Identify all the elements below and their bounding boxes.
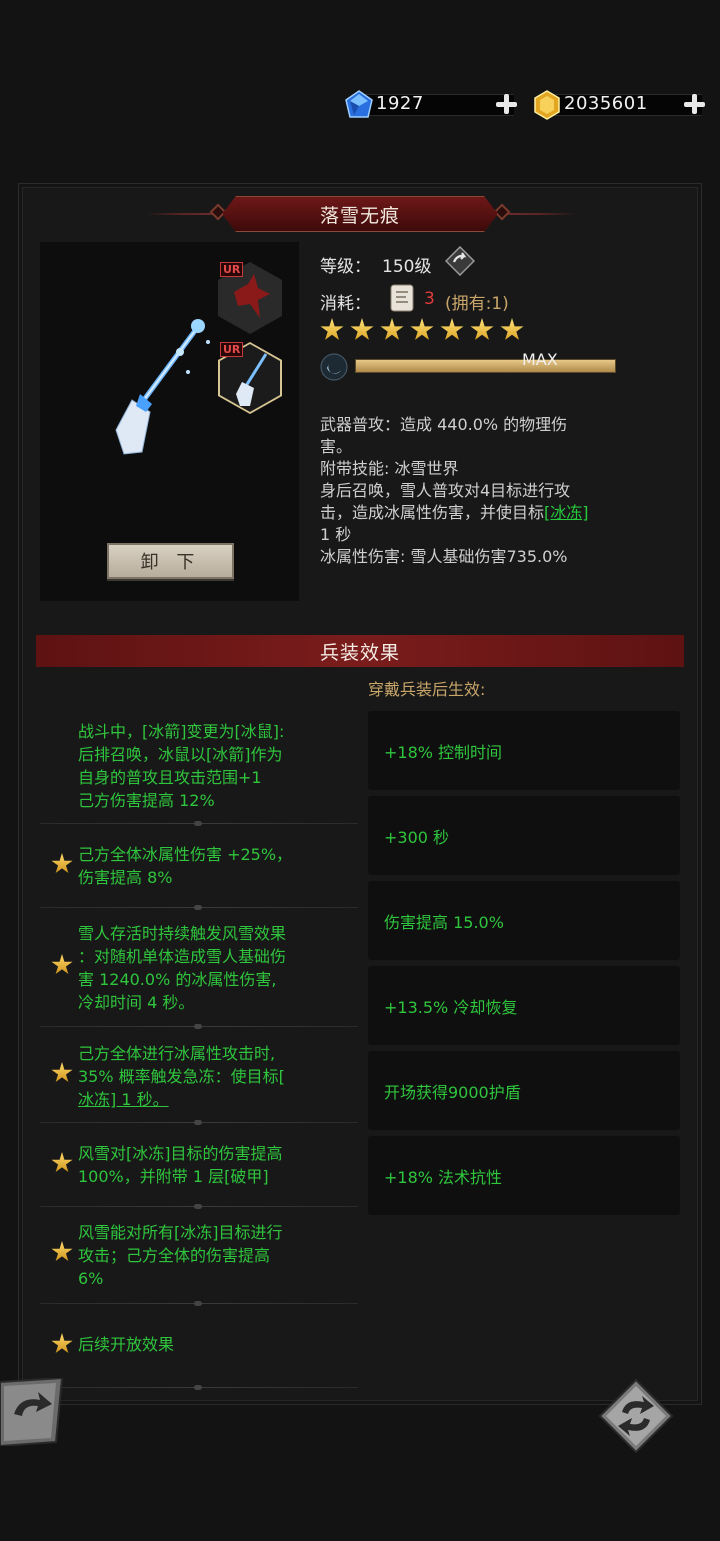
unequip-button[interactable]: 卸 下 — [107, 543, 234, 579]
weapon-name: 落雪无痕 — [319, 204, 400, 227]
gold-currency: 2035601 — [532, 90, 708, 120]
star-icon — [470, 318, 494, 340]
star-icon — [440, 318, 464, 340]
add-gold-button[interactable] — [682, 92, 706, 116]
rarity-badge-equipped: UR — [220, 342, 244, 357]
bonus-box: +18% 控制时间 — [368, 711, 680, 790]
bonus-box: +300 秒 — [368, 796, 680, 875]
rarity-badge: UR — [220, 262, 244, 277]
ice-staff-weapon-image — [115, 319, 210, 455]
add-gems-button[interactable] — [494, 92, 518, 116]
refine-progress-bar — [355, 359, 616, 373]
star-rating — [320, 318, 524, 342]
cost-owned: (拥有:1) — [445, 294, 509, 314]
cost-value: 3 — [424, 289, 435, 309]
effects-header: 兵装效果 — [36, 635, 684, 667]
effect-divider — [40, 821, 358, 826]
weapon-description: 武器普攻：造成 440.0% 的物理伤 害。 附带技能: 冰雪世界 身后召唤，雪… — [320, 414, 680, 568]
star-icon — [350, 318, 374, 340]
desc-line: 武器普攻：造成 440.0% 的物理伤 — [320, 415, 568, 434]
title-divider-right — [506, 213, 576, 215]
bonus-box: +13.5% 冷却恢复 — [368, 966, 680, 1045]
title-divider-left — [146, 213, 216, 215]
progress-max-label: MAX — [522, 350, 558, 369]
desc-line: 冰属性伤害: 雪人基础伤害735.0% — [320, 547, 568, 566]
effects-subheader: 穿戴兵装后生效: — [368, 680, 486, 699]
gold-count: 2035601 — [564, 93, 648, 114]
star-icon — [320, 318, 344, 340]
star-icon — [380, 318, 404, 340]
gold-coin-icon — [534, 90, 560, 120]
desc-line: 身后召唤，雪人普攻对4目标进行攻 — [320, 481, 571, 500]
swap-icon[interactable] — [598, 1378, 674, 1454]
star-icon — [500, 318, 524, 340]
blue-gem-icon — [345, 90, 373, 118]
bonus-box: 开场获得9000护盾 — [368, 1051, 680, 1130]
desc-line: 害。 — [320, 437, 353, 456]
effect-divider — [40, 1204, 358, 1209]
bonus-box: 伤害提高 15.0% — [368, 881, 680, 960]
effect-divider — [40, 1024, 358, 1029]
gem-count: 1927 — [376, 93, 424, 114]
moon-orb-icon — [320, 353, 348, 381]
back-arrow-icon[interactable] — [0, 1378, 64, 1446]
bonus-box: +18% 法术抗性 — [368, 1136, 680, 1215]
effect-divider — [40, 1385, 358, 1390]
desc-line: 附带技能: 冰雪世界 — [320, 459, 459, 478]
freeze-link[interactable]: [冰冻] — [544, 503, 589, 522]
weapon-title-banner: 落雪无痕 — [222, 196, 498, 232]
gem-currency: 1927 — [344, 90, 520, 118]
desc-line: 1 秒 — [320, 525, 352, 544]
effect-divider — [40, 905, 358, 910]
level-value: 150级 — [382, 257, 432, 277]
scroll-item-icon — [390, 284, 414, 312]
star-icon — [410, 318, 434, 340]
level-label: 等级： — [320, 257, 371, 277]
effect-divider — [40, 1301, 358, 1306]
desc-line: 击，造成冰属性伤害，并使目标[冰冻] — [320, 503, 589, 522]
effect-divider — [40, 1120, 358, 1125]
upgrade-arrow-icon[interactable] — [445, 246, 475, 276]
cost-label: 消耗： — [320, 294, 371, 314]
